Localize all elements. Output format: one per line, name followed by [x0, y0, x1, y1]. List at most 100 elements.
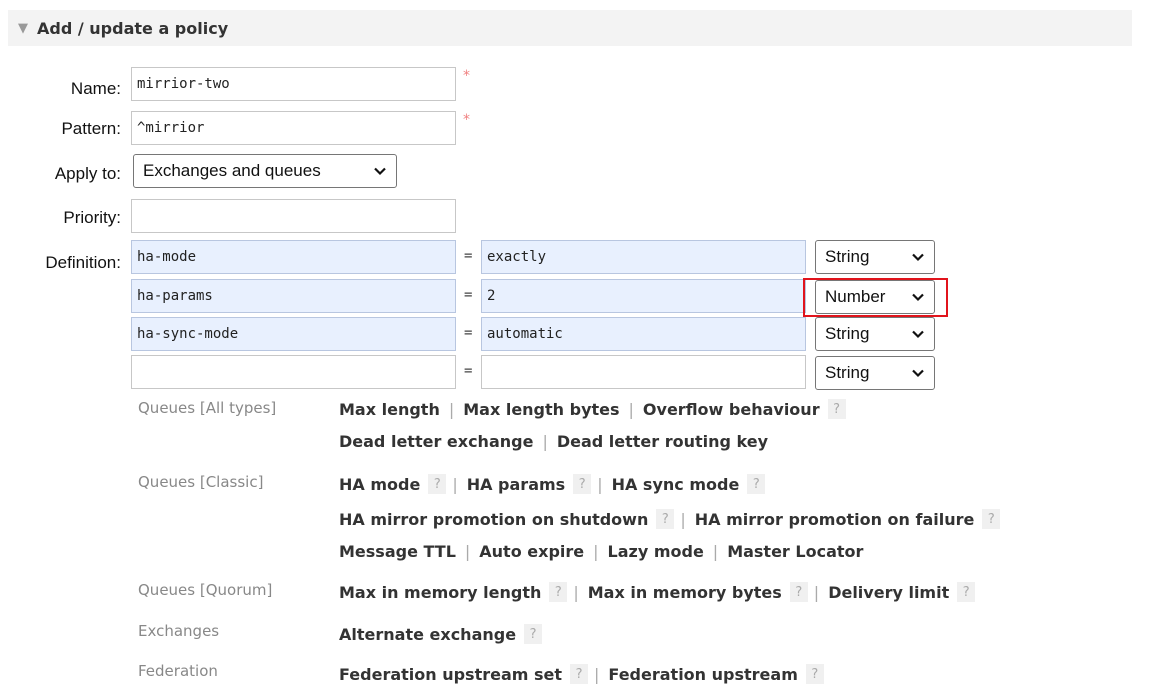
separator: | [542, 432, 548, 451]
definition-type-select[interactable]: String [815, 240, 935, 274]
pattern-label: Pattern: [61, 119, 121, 138]
help-group-exchanges: Exchanges [138, 622, 220, 640]
definition-type-select[interactable]: String [815, 356, 935, 390]
definition-value-input[interactable]: exactly [481, 240, 806, 274]
name-required-mark: * [463, 68, 470, 84]
name-input[interactable]: mirrior-two [131, 67, 456, 101]
separator: | [464, 542, 471, 561]
help-icon[interactable]: ? [570, 664, 589, 684]
definition-value-input[interactable]: automatic [481, 317, 806, 351]
help-icon[interactable]: ? [524, 624, 543, 644]
ha-promotion-shutdown-link[interactable]: HA mirror promotion on shutdown [339, 510, 648, 529]
definition-key-value: ha-params [137, 288, 213, 304]
help-line: Message TTL | Auto expire | Lazy mode | … [339, 542, 863, 561]
help-icon[interactable]: ? [982, 509, 1001, 529]
separator: | [573, 582, 579, 602]
section-title: Add / update a policy [37, 18, 229, 38]
help-icon[interactable]: ? [805, 664, 824, 684]
definition-value-input[interactable]: 2 [481, 279, 806, 313]
help-line: Max in memory length ? | Max in memory b… [339, 582, 976, 602]
help-line: Dead letter exchange | Dead letter routi… [339, 432, 768, 451]
ha-sync-mode-link[interactable]: HA sync mode [612, 475, 740, 494]
message-ttl-link[interactable]: Message TTL [339, 542, 456, 561]
delivery-limit-link[interactable]: Delivery limit [828, 583, 949, 602]
separator: | [597, 474, 603, 494]
separator: | [594, 664, 600, 684]
chevron-down-icon [912, 253, 924, 262]
help-group-quorum: Queues [Quorum] [138, 581, 273, 599]
definition-equals: = [464, 248, 473, 264]
section-header[interactable]: ▼ Add / update a policy [8, 10, 1132, 46]
help-line: Alternate exchange ? [339, 624, 543, 644]
definition-value: automatic [487, 326, 563, 342]
definition-key-input[interactable] [131, 355, 456, 389]
separator: | [813, 582, 820, 602]
priority-input[interactable] [131, 199, 456, 233]
max-in-memory-length-link[interactable]: Max in memory length [339, 583, 541, 602]
master-locator-link[interactable]: Master Locator [727, 542, 863, 561]
help-group-classic: Queues [Classic] [138, 473, 264, 491]
ha-params-link[interactable]: HA params [467, 475, 565, 494]
lazy-mode-link[interactable]: Lazy mode [608, 542, 704, 561]
help-icon[interactable]: ? [549, 582, 568, 602]
priority-label: Priority: [63, 208, 121, 227]
help-line: HA mode ? | HA params ? | HA sync mode ? [339, 474, 766, 494]
help-icon[interactable]: ? [573, 474, 592, 494]
definition-type-value: String [825, 363, 870, 382]
dead-letter-routing-key-link[interactable]: Dead letter routing key [557, 432, 768, 451]
federation-upstream-set-link[interactable]: Federation upstream set [339, 665, 562, 684]
max-length-link[interactable]: Max length [339, 400, 440, 419]
separator: | [680, 509, 686, 529]
separator: | [452, 474, 458, 494]
chevron-down-icon [912, 293, 924, 302]
help-icon[interactable]: ? [747, 474, 766, 494]
help-line: Federation upstream set ? | Federation u… [339, 664, 824, 684]
definition-value: 2 [487, 288, 496, 304]
help-line: HA mirror promotion on shutdown ? | HA m… [339, 509, 1001, 529]
definition-type-select[interactable]: Number [815, 280, 935, 314]
chevron-down-icon [912, 369, 924, 378]
definition-type-value: String [825, 247, 870, 266]
auto-expire-link[interactable]: Auto expire [479, 542, 584, 561]
max-in-memory-bytes-link[interactable]: Max in memory bytes [588, 583, 782, 602]
collapse-triangle-icon[interactable]: ▼ [18, 21, 28, 36]
federation-upstream-link[interactable]: Federation upstream [608, 665, 797, 684]
name-label: Name: [70, 79, 121, 98]
definition-type-select[interactable]: String [815, 317, 935, 351]
definition-key-input[interactable]: ha-params [131, 279, 456, 313]
definition-key-input[interactable]: ha-mode [131, 240, 456, 274]
help-icon[interactable]: ? [656, 509, 675, 529]
help-group-federation: Federation [138, 662, 218, 680]
name-input-value: mirrior-two [137, 76, 230, 92]
definition-equals: = [464, 363, 473, 379]
definition-type-value: String [825, 324, 870, 343]
max-length-bytes-link[interactable]: Max length bytes [463, 400, 619, 419]
ha-mode-link[interactable]: HA mode [339, 475, 420, 494]
definition-label: Definition: [45, 253, 121, 272]
separator: | [448, 399, 455, 419]
help-group-all-types: Queues [All types] [138, 399, 277, 417]
help-icon[interactable]: ? [789, 582, 808, 602]
apply-to-select-value: Exchanges and queues [143, 161, 321, 180]
ha-promotion-failure-link[interactable]: HA mirror promotion on failure [695, 510, 975, 529]
dead-letter-exchange-link[interactable]: Dead letter exchange [339, 432, 533, 451]
help-icon[interactable]: ? [957, 582, 976, 602]
definition-key-value: ha-sync-mode [137, 326, 239, 342]
separator: | [712, 542, 719, 561]
definition-key-input[interactable]: ha-sync-mode [131, 317, 456, 351]
pattern-required-mark: * [463, 112, 470, 128]
help-icon[interactable]: ? [827, 399, 846, 419]
definition-value-input[interactable] [481, 355, 806, 389]
overflow-behaviour-link[interactable]: Overflow behaviour [643, 400, 820, 419]
definition-type-value: Number [825, 287, 886, 306]
separator: | [593, 542, 599, 561]
alternate-exchange-link[interactable]: Alternate exchange [339, 625, 516, 644]
definition-value: exactly [487, 249, 547, 265]
help-line: Max length | Max length bytes | Overflow… [339, 399, 846, 419]
chevron-down-icon [374, 167, 386, 176]
definition-equals: = [464, 325, 473, 341]
pattern-input-value: ^mirrior [137, 120, 205, 136]
help-icon[interactable]: ? [428, 474, 447, 494]
pattern-input[interactable]: ^mirrior [131, 111, 456, 145]
apply-to-select[interactable]: Exchanges and queues [133, 154, 397, 188]
